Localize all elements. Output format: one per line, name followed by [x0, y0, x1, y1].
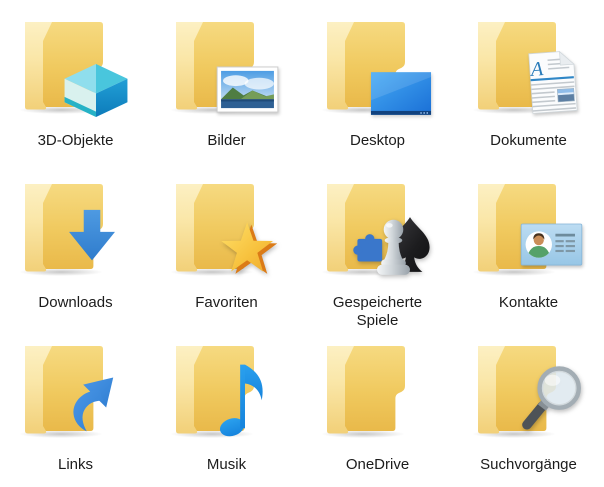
contact-card-icon — [519, 223, 584, 268]
download-arrow-icon — [64, 208, 120, 265]
document-icon: A — [527, 49, 579, 117]
suchvorgaenge-icon — [477, 342, 581, 438]
bilder-icon — [175, 18, 279, 114]
folder-label: OneDrive — [346, 456, 409, 474]
svg-text:A: A — [528, 58, 544, 81]
folder-label: Desktop — [350, 132, 405, 150]
folder-label: Bilder — [207, 132, 245, 150]
music-note-icon — [218, 356, 272, 438]
shortcut-arrow-icon — [62, 372, 115, 436]
folder-item-downloads[interactable]: Downloads — [0, 162, 151, 324]
3d-cube-icon — [60, 62, 132, 119]
gespeicherte-spiele-icon — [326, 180, 430, 276]
folder-grid: 3D-Objekte Bilder — [0, 0, 604, 487]
folder-item-musik[interactable]: Musik — [151, 324, 302, 487]
folder-item-bilder[interactable]: Bilder — [151, 0, 302, 162]
folder-item-kontakte[interactable]: Kontakte — [453, 162, 604, 324]
favoriten-icon — [175, 180, 279, 276]
folder-label: Links — [58, 456, 93, 474]
puzzle-piece-icon — [353, 234, 382, 261]
downloads-icon — [24, 180, 128, 276]
folder-label: Suchvorgänge — [480, 456, 577, 474]
folder-item-favoriten[interactable]: Favoriten — [151, 162, 302, 324]
dokumente-icon: A — [477, 18, 581, 114]
links-icon — [24, 342, 128, 438]
folder-label: Favoriten — [195, 294, 258, 312]
folder-item-onedrive[interactable]: OneDrive — [302, 324, 453, 487]
game-pieces-icon — [356, 212, 431, 278]
photo-icon — [216, 66, 279, 113]
3d-objekte-icon — [24, 18, 128, 114]
kontakte-icon — [477, 180, 581, 276]
folder-label: Dokumente — [490, 132, 567, 150]
onedrive-icon — [326, 342, 430, 438]
folder-item-desktop[interactable]: Desktop — [302, 0, 453, 162]
musik-icon — [175, 342, 279, 438]
folder-icon — [317, 342, 413, 438]
folder-item-links[interactable]: Links — [0, 324, 151, 487]
folder-label: Kontakte — [499, 294, 558, 312]
monitor-icon — [370, 71, 432, 116]
folder-label: 3D-Objekte — [38, 132, 114, 150]
doc-thumbnail — [557, 88, 574, 102]
folder-item-dokumente[interactable]: A Dokumente — [453, 0, 604, 162]
desktop-icon — [326, 18, 430, 114]
folder-item-suchvorgaenge[interactable]: Suchvorgänge — [453, 324, 604, 487]
folder-item-gespeicherte-spiele[interactable]: Gespeicherte Spiele — [302, 162, 453, 324]
star-icon — [219, 219, 279, 278]
magnifier-icon — [518, 360, 587, 434]
folder-label: Downloads — [38, 294, 112, 312]
folder-label: Musik — [207, 456, 246, 474]
folder-item-3d-objekte[interactable]: 3D-Objekte — [0, 0, 151, 162]
